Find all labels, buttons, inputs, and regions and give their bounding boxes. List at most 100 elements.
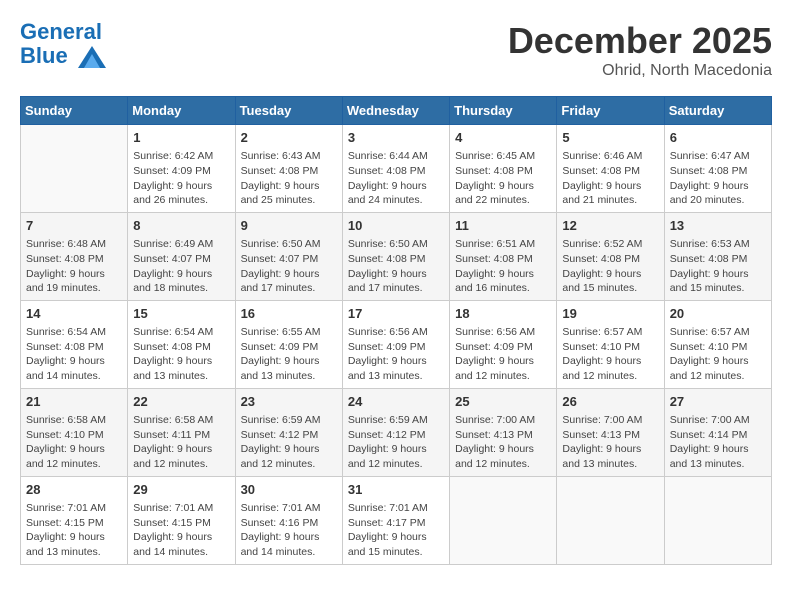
day-info: Sunrise: 6:54 AM Sunset: 4:08 PM Dayligh… (133, 325, 229, 384)
logo-text: General (20, 20, 106, 44)
calendar-week-row: 1 Sunrise: 6:42 AM Sunset: 4:09 PM Daylig… (21, 125, 772, 213)
calendar-cell: 14 Sunrise: 6:54 AM Sunset: 4:08 PM Dayli… (21, 300, 128, 388)
day-number: 29 (133, 481, 229, 499)
day-number: 23 (241, 393, 337, 411)
day-info: Sunrise: 6:53 AM Sunset: 4:08 PM Dayligh… (670, 237, 766, 296)
day-info: Sunrise: 7:00 AM Sunset: 4:13 PM Dayligh… (562, 413, 658, 472)
day-info: Sunrise: 7:01 AM Sunset: 4:15 PM Dayligh… (26, 501, 122, 560)
calendar-cell: 20Sunrise: 6:57 AM Sunset: 4:10 PM Dayli… (664, 300, 771, 388)
calendar-cell: 2Sunrise: 6:43 AM Sunset: 4:08 PM Daylig… (235, 125, 342, 213)
calendar-cell (21, 125, 128, 213)
calendar-cell: 25 Sunrise: 7:00 AM Sunset: 4:13 PM Dayli… (450, 388, 557, 476)
day-header-monday: Monday (128, 97, 235, 125)
logo: General Blue (20, 20, 106, 68)
day-info: Sunrise: 6:46 AM Sunset: 4:08 PM Dayligh… (562, 149, 658, 208)
day-header-wednesday: Wednesday (342, 97, 449, 125)
calendar-cell: 10Sunrise: 6:50 AM Sunset: 4:08 PM Dayli… (342, 212, 449, 300)
day-number: 1 (133, 129, 229, 147)
day-number: 30 (241, 481, 337, 499)
day-number: 18 (455, 305, 551, 323)
calendar-cell: 12Sunrise: 6:52 AM Sunset: 4:08 PM Dayli… (557, 212, 664, 300)
day-info: Sunrise: 7:01 AM Sunset: 4:16 PM Dayligh… (241, 501, 337, 560)
calendar-cell: 4 Sunrise: 6:45 AM Sunset: 4:08 PM Daylig… (450, 125, 557, 213)
calendar-cell: 1 Sunrise: 6:42 AM Sunset: 4:09 PM Daylig… (128, 125, 235, 213)
calendar-cell: 30 Sunrise: 7:01 AM Sunset: 4:16 PM Dayli… (235, 476, 342, 564)
calendar-cell: 3 Sunrise: 6:44 AM Sunset: 4:08 PM Daylig… (342, 125, 449, 213)
day-number: 15 (133, 305, 229, 323)
day-number: 22 (133, 393, 229, 411)
day-info: Sunrise: 6:54 AM Sunset: 4:08 PM Dayligh… (26, 325, 122, 384)
day-number: 11 (455, 217, 551, 235)
day-info: Sunrise: 6:43 AM Sunset: 4:08 PM Dayligh… (241, 149, 337, 208)
day-info: Sunrise: 6:56 AM Sunset: 4:09 PM Dayligh… (455, 325, 551, 384)
calendar-cell: 23 Sunrise: 6:59 AM Sunset: 4:12 PM Dayli… (235, 388, 342, 476)
calendar-cell: 28 Sunrise: 7:01 AM Sunset: 4:15 PM Dayli… (21, 476, 128, 564)
calendar-cell: 9Sunrise: 6:50 AM Sunset: 4:07 PM Daylig… (235, 212, 342, 300)
day-number: 28 (26, 481, 122, 499)
calendar-cell: 21 Sunrise: 6:58 AM Sunset: 4:10 PM Dayli… (21, 388, 128, 476)
day-info: Sunrise: 6:57 AM Sunset: 4:10 PM Dayligh… (670, 325, 766, 384)
day-number: 6 (670, 129, 766, 147)
day-info: Sunrise: 6:59 AM Sunset: 4:12 PM Dayligh… (348, 413, 444, 472)
calendar-cell (450, 476, 557, 564)
calendar-cell: 22 Sunrise: 6:58 AM Sunset: 4:11 PM Dayli… (128, 388, 235, 476)
day-info: Sunrise: 6:52 AM Sunset: 4:08 PM Dayligh… (562, 237, 658, 296)
title-block: December 2025 Ohrid, North Macedonia (508, 20, 772, 80)
day-info: Sunrise: 7:01 AM Sunset: 4:15 PM Dayligh… (133, 501, 229, 560)
calendar-cell (664, 476, 771, 564)
day-info: Sunrise: 6:50 AM Sunset: 4:08 PM Dayligh… (348, 237, 444, 296)
day-number: 24 (348, 393, 444, 411)
day-number: 3 (348, 129, 444, 147)
calendar-cell: 11 Sunrise: 6:51 AM Sunset: 4:08 PM Dayli… (450, 212, 557, 300)
calendar-cell: 29 Sunrise: 7:01 AM Sunset: 4:15 PM Dayli… (128, 476, 235, 564)
location-subtitle: Ohrid, North Macedonia (508, 62, 772, 80)
day-header-tuesday: Tuesday (235, 97, 342, 125)
month-title: December 2025 (508, 20, 772, 62)
day-info: Sunrise: 6:50 AM Sunset: 4:07 PM Dayligh… (241, 237, 337, 296)
day-info: Sunrise: 7:01 AM Sunset: 4:17 PM Dayligh… (348, 501, 444, 560)
day-info: Sunrise: 6:56 AM Sunset: 4:09 PM Dayligh… (348, 325, 444, 384)
day-number: 7 (26, 217, 122, 235)
calendar-cell: 5 Sunrise: 6:46 AM Sunset: 4:08 PM Daylig… (557, 125, 664, 213)
day-number: 8 (133, 217, 229, 235)
calendar-cell: 16 Sunrise: 6:55 AM Sunset: 4:09 PM Dayli… (235, 300, 342, 388)
calendar-cell: 6Sunrise: 6:47 AM Sunset: 4:08 PM Daylig… (664, 125, 771, 213)
day-info: Sunrise: 6:58 AM Sunset: 4:10 PM Dayligh… (26, 413, 122, 472)
day-info: Sunrise: 6:42 AM Sunset: 4:09 PM Dayligh… (133, 149, 229, 208)
day-number: 26 (562, 393, 658, 411)
page-header: General Blue December 2025 Ohrid, North … (20, 20, 772, 80)
day-number: 13 (670, 217, 766, 235)
day-info: Sunrise: 6:51 AM Sunset: 4:08 PM Dayligh… (455, 237, 551, 296)
day-number: 21 (26, 393, 122, 411)
day-number: 31 (348, 481, 444, 499)
day-info: Sunrise: 6:44 AM Sunset: 4:08 PM Dayligh… (348, 149, 444, 208)
calendar-cell: 31 Sunrise: 7:01 AM Sunset: 4:17 PM Dayli… (342, 476, 449, 564)
logo-text-blue: Blue (20, 44, 106, 68)
day-number: 25 (455, 393, 551, 411)
calendar-cell: 18 Sunrise: 6:56 AM Sunset: 4:09 PM Dayli… (450, 300, 557, 388)
day-header-saturday: Saturday (664, 97, 771, 125)
day-info: Sunrise: 6:58 AM Sunset: 4:11 PM Dayligh… (133, 413, 229, 472)
day-number: 19 (562, 305, 658, 323)
calendar-cell: 8 Sunrise: 6:49 AM Sunset: 4:07 PM Daylig… (128, 212, 235, 300)
day-info: Sunrise: 6:59 AM Sunset: 4:12 PM Dayligh… (241, 413, 337, 472)
day-info: Sunrise: 6:55 AM Sunset: 4:09 PM Dayligh… (241, 325, 337, 384)
calendar-cell: 15 Sunrise: 6:54 AM Sunset: 4:08 PM Dayli… (128, 300, 235, 388)
day-number: 5 (562, 129, 658, 147)
day-info: Sunrise: 6:45 AM Sunset: 4:08 PM Dayligh… (455, 149, 551, 208)
calendar-week-row: 28 Sunrise: 7:01 AM Sunset: 4:15 PM Dayli… (21, 476, 772, 564)
day-info: Sunrise: 7:00 AM Sunset: 4:13 PM Dayligh… (455, 413, 551, 472)
day-number: 27 (670, 393, 766, 411)
day-info: Sunrise: 6:48 AM Sunset: 4:08 PM Dayligh… (26, 237, 122, 296)
day-number: 4 (455, 129, 551, 147)
day-number: 17 (348, 305, 444, 323)
calendar-body: 1 Sunrise: 6:42 AM Sunset: 4:09 PM Daylig… (21, 125, 772, 565)
calendar-week-row: 14 Sunrise: 6:54 AM Sunset: 4:08 PM Dayli… (21, 300, 772, 388)
day-number: 16 (241, 305, 337, 323)
day-number: 14 (26, 305, 122, 323)
calendar-cell: 27Sunrise: 7:00 AM Sunset: 4:14 PM Dayli… (664, 388, 771, 476)
calendar-cell (557, 476, 664, 564)
day-info: Sunrise: 6:49 AM Sunset: 4:07 PM Dayligh… (133, 237, 229, 296)
day-header-friday: Friday (557, 97, 664, 125)
calendar-cell: 26 Sunrise: 7:00 AM Sunset: 4:13 PM Dayli… (557, 388, 664, 476)
